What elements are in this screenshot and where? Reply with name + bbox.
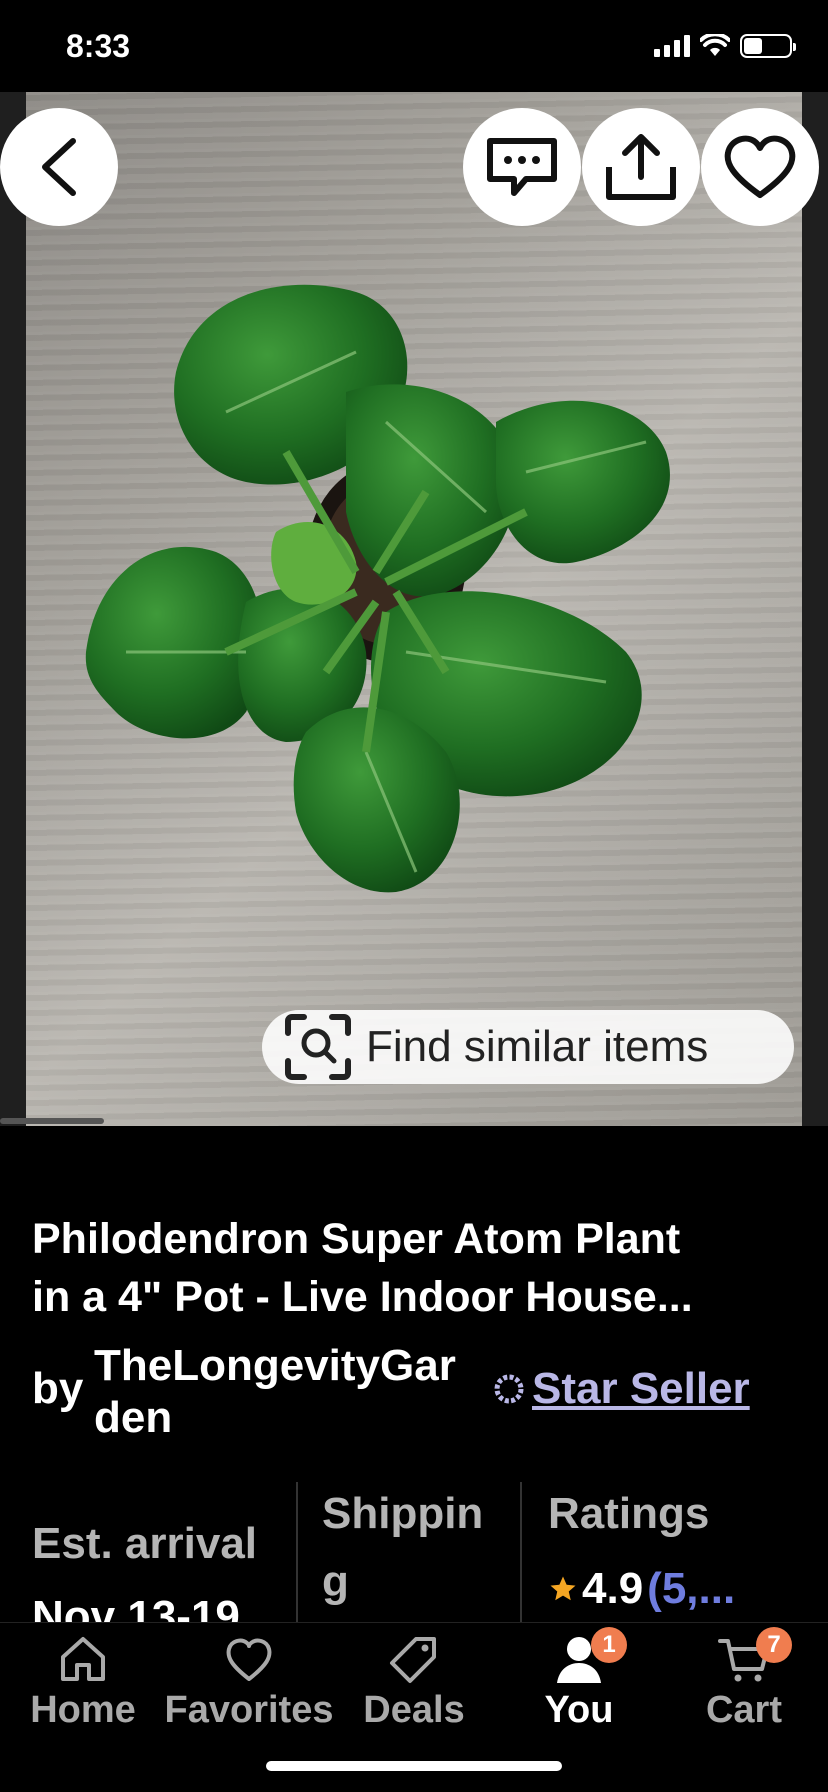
tab-favorites[interactable]: Favorites — [165, 1633, 333, 1732]
find-similar-button[interactable]: Find similar items — [262, 1010, 794, 1084]
heart-icon — [724, 135, 796, 198]
person-icon: 1 — [553, 1627, 627, 1685]
stat-divider — [296, 1482, 298, 1622]
star-seller-badge[interactable]: Star Seller — [494, 1364, 750, 1414]
rating-value: 4.9 — [582, 1564, 644, 1613]
plant-illustration — [85, 284, 670, 893]
product-title: Philodendron Super Atom Plant in a 4" Po… — [32, 1210, 792, 1326]
tab-deals-label: Deals — [363, 1689, 465, 1731]
find-similar-label: Find similar items — [366, 1022, 709, 1071]
tab-cart[interactable]: 7 Cart — [664, 1627, 824, 1732]
stats-row: Est. arrival Nov 13-19 Shippin g Ratings… — [0, 1480, 828, 1622]
status-icons — [654, 34, 796, 58]
tab-home[interactable]: Home — [3, 1633, 163, 1732]
rating-count[interactable]: (5,... — [647, 1564, 735, 1614]
tag-icon — [388, 1633, 440, 1685]
home-indicator[interactable] — [266, 1761, 562, 1771]
star-icon — [550, 1576, 576, 1601]
tab-deals[interactable]: Deals — [334, 1633, 494, 1732]
shipping-stat: Shippin g — [322, 1480, 512, 1622]
product-image-area[interactable]: Find similar items — [0, 92, 828, 1126]
you-badge: 1 — [591, 1627, 627, 1663]
seller-row: by TheLongevityGar den Star Seller — [32, 1340, 802, 1442]
tab-you[interactable]: 1 You — [499, 1627, 659, 1732]
tab-home-label: Home — [30, 1689, 136, 1731]
shipping-label-line-1: Shippin — [322, 1489, 484, 1538]
share-icon — [606, 134, 676, 200]
ratings-stat[interactable]: Ratings 4.9 (5,... — [548, 1480, 828, 1622]
title-line-2: in a 4" Pot - Live Indoor House... — [32, 1273, 693, 1321]
by-label: by — [32, 1364, 84, 1413]
tab-you-label: You — [544, 1689, 614, 1731]
image-scroll-indicator — [0, 1118, 104, 1124]
shop-name-line-2: den — [94, 1393, 173, 1442]
rating-summary: 4.9 (5,... — [548, 1564, 828, 1614]
visual-search-icon — [285, 1014, 351, 1080]
shop-name-line-1: TheLongevityGar — [94, 1341, 456, 1390]
chevron-left-icon — [42, 138, 76, 196]
bottom-tab-bar: Home Favorites Deals 1 You 7 Cart — [0, 1622, 828, 1792]
status-bar: 8:33 — [0, 0, 828, 92]
product-photo[interactable] — [26, 92, 802, 1126]
message-icon — [487, 138, 557, 196]
shipping-label-line-2: g — [322, 1557, 349, 1606]
back-button[interactable] — [0, 108, 118, 226]
shop-name-link[interactable]: TheLongevityGar den — [94, 1340, 514, 1444]
signal-icon — [654, 35, 690, 57]
stat-divider — [520, 1482, 522, 1622]
message-shop-button[interactable] — [463, 108, 581, 226]
battery-icon — [740, 34, 796, 58]
star-seller-badge-icon — [494, 1374, 524, 1404]
cart-badge: 7 — [756, 1627, 792, 1663]
arrival-stat: Est. arrival Nov 13-19 — [32, 1480, 282, 1622]
heart-icon — [223, 1633, 275, 1685]
arrival-value: Nov 13-19 — [32, 1592, 240, 1622]
cart-icon: 7 — [718, 1627, 792, 1685]
title-line-1: Philodendron Super Atom Plant — [32, 1215, 681, 1263]
status-time: 8:33 — [66, 28, 131, 64]
tab-favorites-label: Favorites — [164, 1689, 334, 1731]
tab-cart-label: Cart — [705, 1689, 783, 1731]
arrival-label: Est. arrival — [32, 1519, 258, 1568]
wifi-icon — [700, 34, 730, 56]
favorite-button[interactable] — [701, 108, 819, 226]
star-seller-link[interactable]: Star Seller — [532, 1364, 750, 1414]
home-icon — [57, 1633, 109, 1685]
share-button[interactable] — [582, 108, 700, 226]
ratings-label: Ratings — [548, 1489, 710, 1538]
